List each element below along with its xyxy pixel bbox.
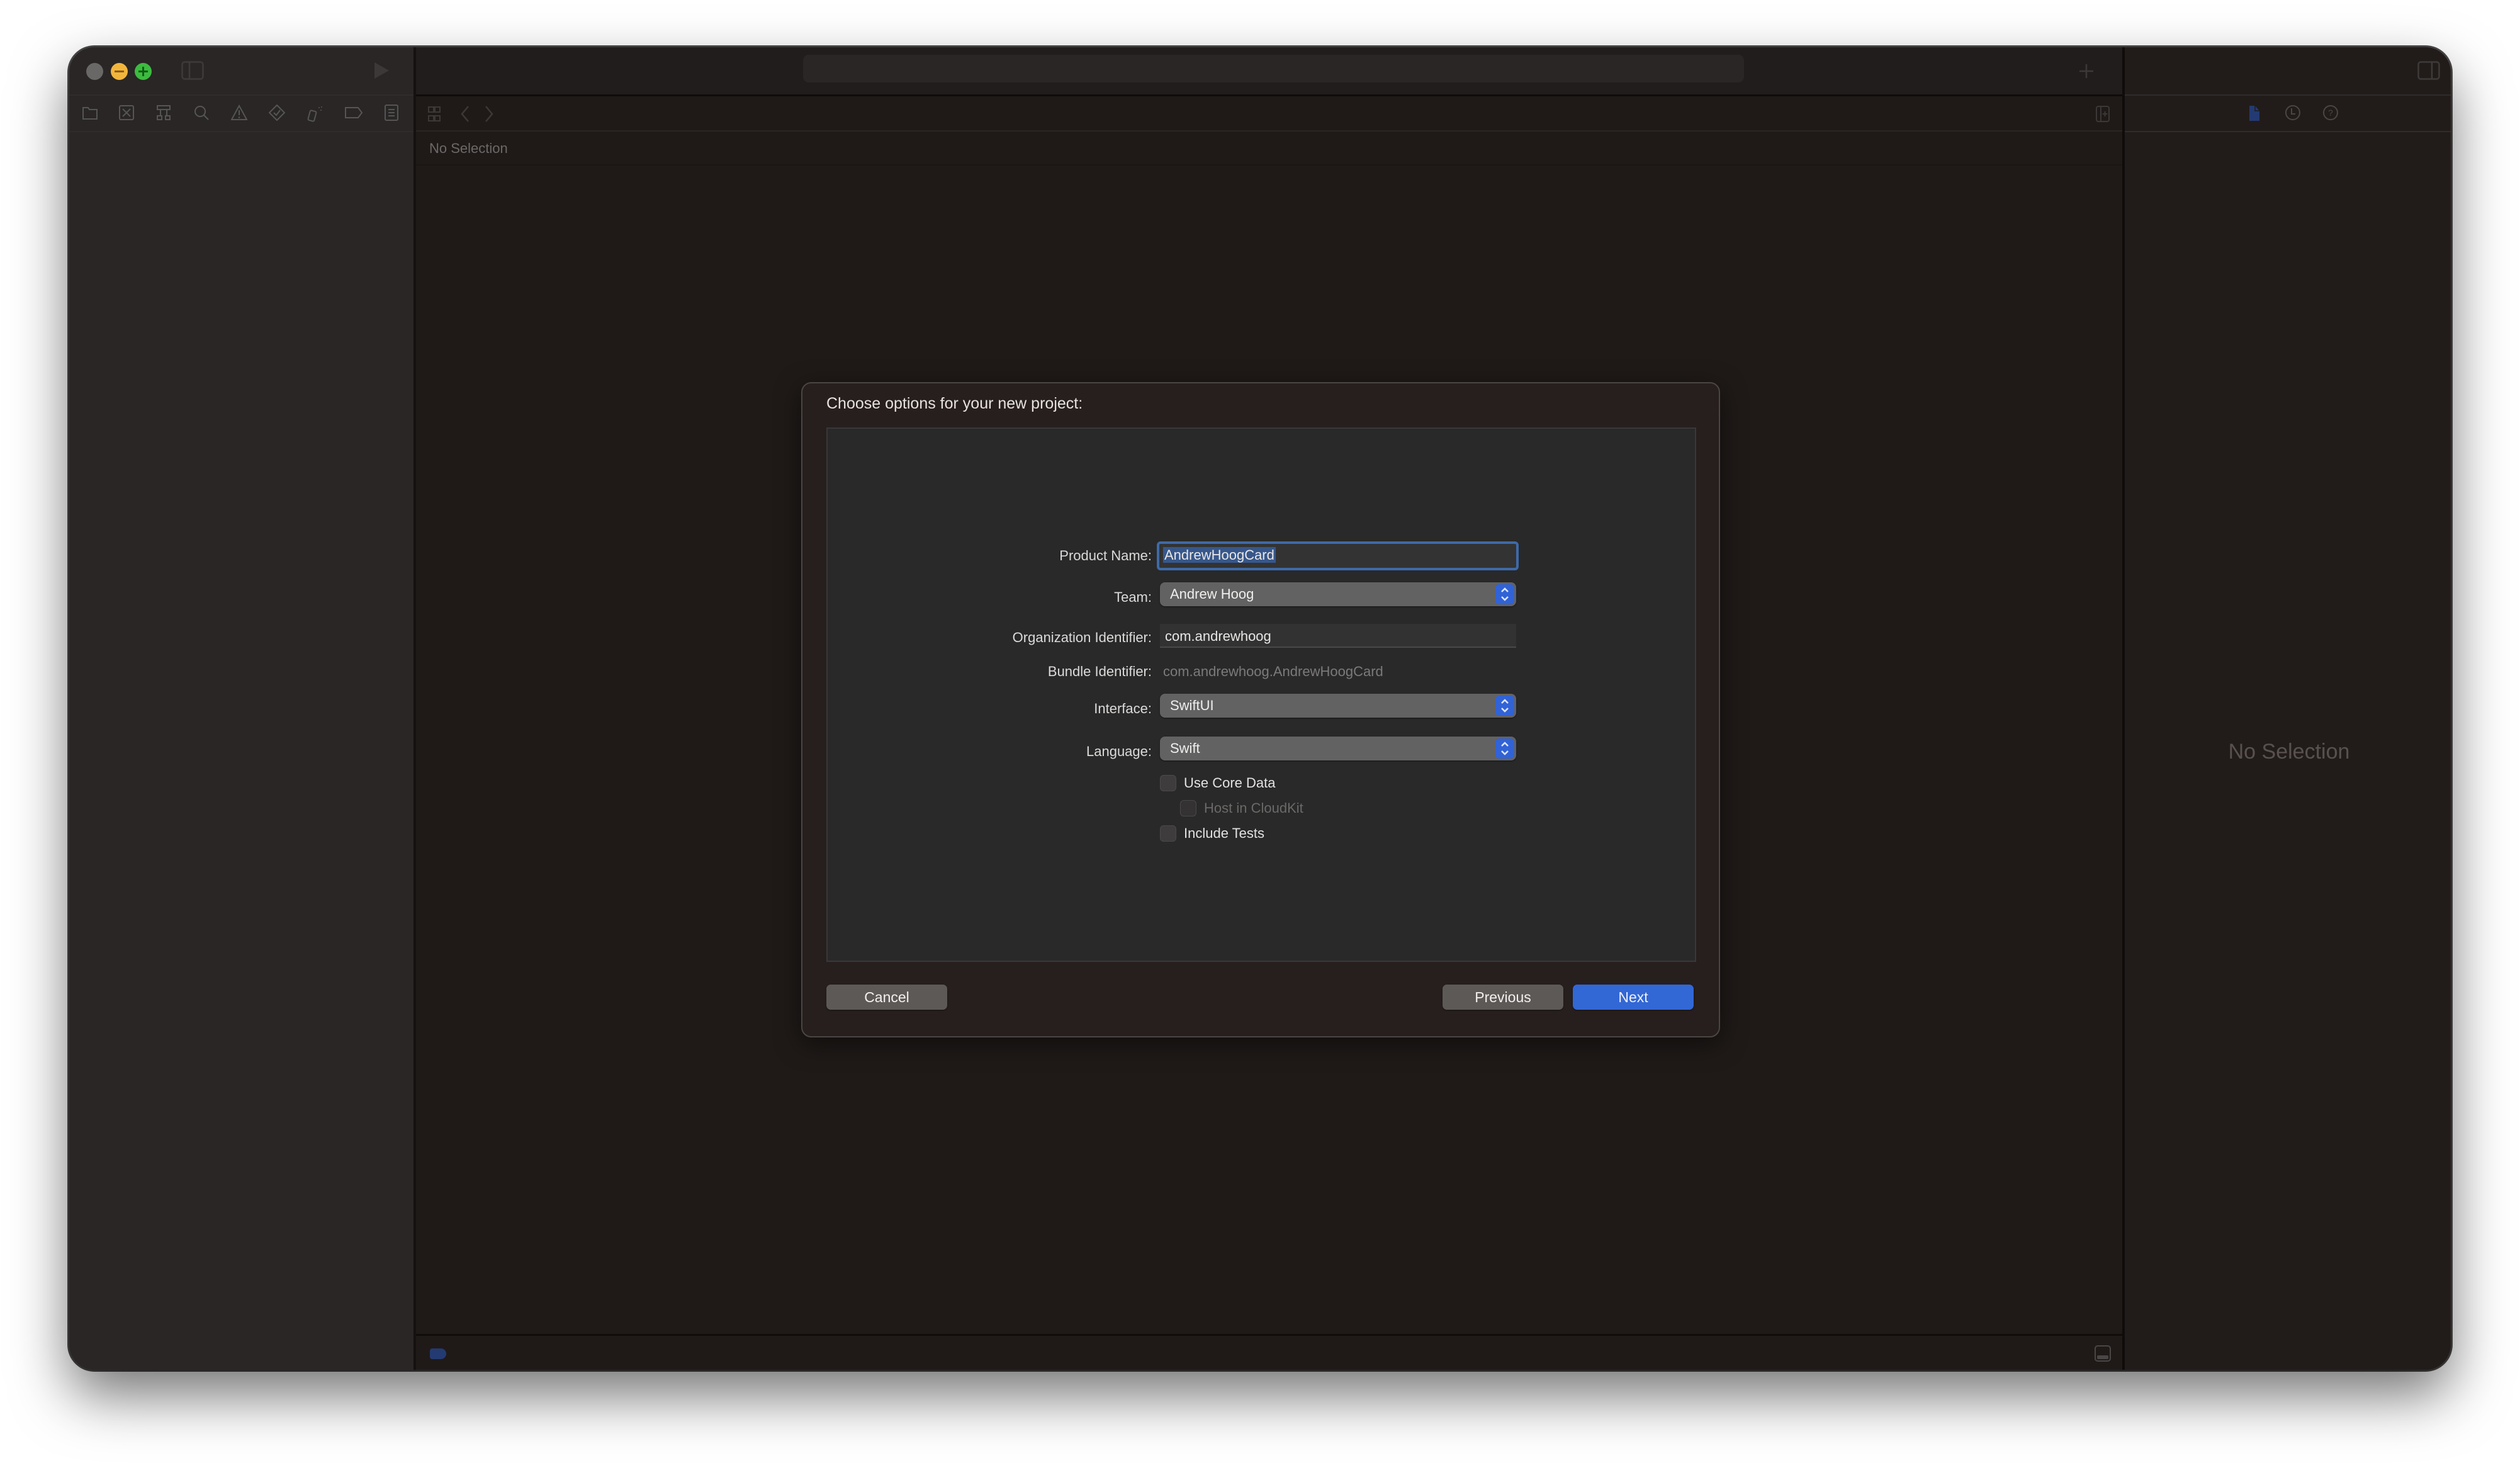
- debug-spray-icon[interactable]: [307, 104, 324, 122]
- symbol-hierarchy-icon[interactable]: [155, 104, 172, 121]
- host-in-cloudkit-checkbox: Host in CloudKit: [1180, 800, 1303, 816]
- related-items-icon[interactable]: [427, 106, 441, 123]
- inspector-pane: ? No Selection: [2122, 47, 2451, 1370]
- breakpoint-tag-icon[interactable]: [344, 106, 363, 120]
- product-name-field[interactable]: AndrewHoogCard: [1157, 541, 1519, 570]
- organization-identifier-label: Organization Identifier:: [1012, 630, 1152, 645]
- debug-area-toggle-icon[interactable]: [2094, 1345, 2112, 1362]
- include-tests-checkbox[interactable]: Include Tests: [1160, 825, 1264, 842]
- run-icon[interactable]: [373, 61, 390, 80]
- language-value: Swift: [1170, 740, 1200, 756]
- sidebar-toggle-icon[interactable]: [181, 61, 204, 80]
- product-name-value: AndrewHoogCard: [1163, 547, 1276, 563]
- editor-path-row: No Selection: [416, 132, 2122, 166]
- plus-icon[interactable]: [2078, 62, 2095, 80]
- bundle-identifier-value: com.andrewhoog.AndrewHoogCard: [1163, 664, 1383, 679]
- close-window-button[interactable]: [86, 63, 103, 80]
- use-core-data-checkbox[interactable]: Use Core Data: [1160, 775, 1276, 791]
- next-button[interactable]: Next: [1573, 985, 1694, 1010]
- report-list-icon[interactable]: [384, 104, 399, 121]
- test-diamond-icon[interactable]: [269, 104, 285, 121]
- file-inspector-icon[interactable]: [2248, 104, 2261, 122]
- svg-text:?: ?: [2328, 108, 2333, 118]
- organization-identifier-value: com.andrewhoog: [1165, 628, 1271, 644]
- interface-popup[interactable]: SwiftUI: [1160, 694, 1516, 718]
- language-label: Language:: [1086, 743, 1152, 759]
- use-core-data-label: Use Core Data: [1184, 775, 1276, 791]
- breakpoints-toggle-icon[interactable]: [430, 1348, 446, 1359]
- checkbox-box: [1180, 800, 1196, 816]
- include-tests-label: Include Tests: [1184, 825, 1265, 841]
- help-icon[interactable]: ?: [2322, 104, 2339, 121]
- back-icon[interactable]: [460, 105, 470, 123]
- activity-view: [803, 55, 1744, 82]
- product-name-label: Product Name:: [1059, 548, 1152, 563]
- cancel-button[interactable]: Cancel: [826, 985, 947, 1010]
- debug-bar: [416, 1334, 2122, 1370]
- team-label: Team:: [1114, 589, 1152, 605]
- chevron-up-down-icon: [1495, 696, 1514, 716]
- chevron-up-down-icon: [1495, 584, 1514, 604]
- checkbox-box[interactable]: [1160, 825, 1176, 842]
- navigator-pane: [69, 47, 416, 1370]
- new-project-options-dialog: Choose options for your new project: Pro…: [801, 382, 1720, 1037]
- navigator-toolbar: [69, 94, 413, 132]
- host-in-cloudkit-label: Host in CloudKit: [1204, 800, 1303, 816]
- language-popup[interactable]: Swift: [1160, 737, 1516, 760]
- dialog-title: Choose options for your new project:: [826, 395, 1083, 412]
- editor-toolbar: [416, 47, 2122, 96]
- bundle-identifier-label: Bundle Identifier:: [1047, 664, 1152, 679]
- add-editor-icon[interactable]: [2095, 105, 2110, 123]
- history-icon[interactable]: [2285, 104, 2301, 121]
- folder-icon[interactable]: [82, 105, 98, 120]
- inspector-toolbar: ?: [2125, 94, 2451, 132]
- chevron-up-down-icon: [1495, 738, 1514, 759]
- warning-icon[interactable]: [231, 104, 247, 121]
- inspector-no-selection: No Selection: [2228, 740, 2350, 764]
- inspector-toggle-icon[interactable]: [2417, 61, 2440, 80]
- interface-label: Interface:: [1094, 701, 1152, 716]
- options-panel: Product Name: AndrewHoogCard Team: Andre…: [826, 427, 1696, 962]
- search-icon[interactable]: [193, 104, 210, 121]
- previous-button[interactable]: Previous: [1443, 985, 1563, 1010]
- organization-identifier-field[interactable]: com.andrewhoog: [1160, 624, 1516, 648]
- zoom-window-button[interactable]: [135, 63, 152, 80]
- title-bar: [69, 47, 413, 94]
- checkbox-box[interactable]: [1160, 775, 1176, 791]
- interface-value: SwiftUI: [1170, 698, 1214, 713]
- jump-bar: [416, 96, 2122, 132]
- team-popup[interactable]: Andrew Hoog: [1160, 582, 1516, 606]
- source-control-icon[interactable]: [118, 104, 135, 121]
- team-value: Andrew Hoog: [1170, 586, 1254, 602]
- forward-icon[interactable]: [484, 105, 494, 123]
- no-selection-label: No Selection: [429, 140, 508, 156]
- minimize-window-button[interactable]: [111, 63, 128, 80]
